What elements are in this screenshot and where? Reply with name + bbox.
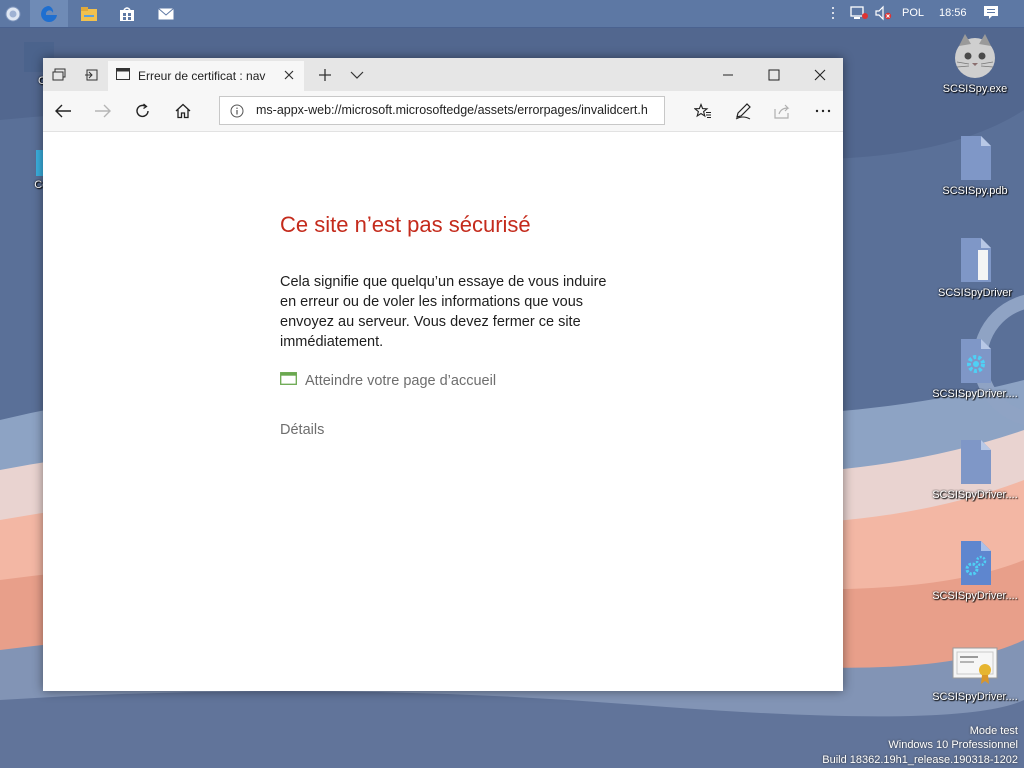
tab-title: Erreur de certificat : nav bbox=[138, 69, 266, 83]
watermark-build: Build 18362.19h1_release.190318-1202 bbox=[822, 754, 1018, 766]
title-bar: Erreur de certificat : nav bbox=[43, 58, 843, 91]
notification-icon[interactable] bbox=[982, 5, 1000, 21]
home-page-link[interactable]: Atteindre votre page d’accueil bbox=[280, 372, 496, 389]
certificate-icon bbox=[952, 647, 998, 684]
desktop-icon-scsispydriver-4[interactable]: SCSISpyDriver.... bbox=[930, 539, 1020, 603]
gears-file-icon bbox=[961, 541, 991, 585]
home-button[interactable] bbox=[163, 91, 203, 131]
desktop-icon-scsispydriver-5[interactable]: SCSISpyDriver.... bbox=[930, 640, 1020, 704]
store-icon[interactable] bbox=[108, 0, 146, 27]
share-icon[interactable] bbox=[763, 91, 803, 131]
chevron-down-icon[interactable] bbox=[341, 58, 373, 91]
home-page-icon bbox=[280, 372, 297, 389]
address-bar[interactable]: ms-appx-web://microsoft.microsoftedge/as… bbox=[219, 96, 665, 125]
error-description: Cela signifie que quelqu’un essaye de vo… bbox=[280, 274, 607, 350]
file-icon bbox=[961, 238, 991, 282]
back-button[interactable] bbox=[43, 91, 83, 131]
favorites-icon[interactable] bbox=[683, 91, 723, 131]
desktop-icon-scsispydriver[interactable]: SCSISpyDriver bbox=[930, 236, 1020, 300]
tab-certificate-error[interactable]: Erreur de certificat : nav bbox=[108, 61, 304, 91]
info-icon[interactable] bbox=[230, 104, 244, 123]
minimize-button[interactable] bbox=[705, 58, 751, 91]
desktop-icon-scsispydriver-2[interactable]: SCSISpyDriver.... bbox=[930, 337, 1020, 401]
file-icon bbox=[961, 136, 991, 180]
chevron-up-icon[interactable] bbox=[828, 5, 838, 21]
close-tab-icon[interactable] bbox=[284, 67, 294, 85]
error-title: Ce site n’est pas sécurisé bbox=[280, 212, 531, 237]
desktop-icon-scsispy-exe[interactable]: SCSISpy.exe bbox=[930, 32, 1020, 96]
edge-icon[interactable] bbox=[30, 0, 68, 27]
pen-icon[interactable] bbox=[723, 91, 763, 131]
mail-icon[interactable] bbox=[147, 0, 185, 27]
clock[interactable]: 18:56 bbox=[939, 7, 967, 19]
edge-window: Erreur de certificat : nav ms-appx-web:/… bbox=[43, 58, 843, 691]
forward-button[interactable] bbox=[83, 91, 123, 131]
home-page-link-label: Atteindre votre page d’accueil bbox=[305, 372, 497, 389]
refresh-button[interactable] bbox=[123, 91, 163, 131]
shield-icon[interactable] bbox=[0, 0, 26, 27]
file-icon bbox=[961, 440, 991, 484]
navigation-bar: ms-appx-web://microsoft.microsoftedge/as… bbox=[43, 91, 843, 132]
gear-file-icon bbox=[961, 339, 991, 383]
watermark-mode: Mode test bbox=[969, 725, 1018, 737]
desktop-icon-scsispydriver-3[interactable]: SCSISpyDriver.... bbox=[930, 438, 1020, 502]
close-button[interactable] bbox=[797, 58, 843, 91]
tab-preview-icon[interactable] bbox=[43, 58, 75, 91]
maximize-button[interactable] bbox=[751, 58, 797, 91]
page-icon bbox=[116, 67, 130, 85]
taskbar: POL 18:56 bbox=[0, 0, 1024, 28]
new-tab-icon[interactable] bbox=[309, 58, 341, 91]
cat-app-icon bbox=[955, 34, 995, 78]
watermark-edition: Windows 10 Professionnel bbox=[888, 739, 1018, 751]
details-toggle[interactable]: Détails bbox=[280, 422, 324, 438]
more-icon[interactable] bbox=[803, 91, 843, 131]
volume-muted-icon[interactable] bbox=[874, 5, 892, 21]
network-icon[interactable] bbox=[850, 5, 868, 21]
set-aside-tabs-icon[interactable] bbox=[75, 58, 107, 91]
language-indicator[interactable]: POL bbox=[902, 7, 924, 19]
file-explorer-icon[interactable] bbox=[70, 0, 108, 27]
page-content: Ce site n’est pas sécurisé Cela signifie… bbox=[43, 132, 843, 691]
address-text: ms-appx-web://microsoft.microsoftedge/as… bbox=[256, 103, 648, 117]
desktop-icon-scsispy-pdb[interactable]: SCSISpy.pdb bbox=[930, 134, 1020, 198]
